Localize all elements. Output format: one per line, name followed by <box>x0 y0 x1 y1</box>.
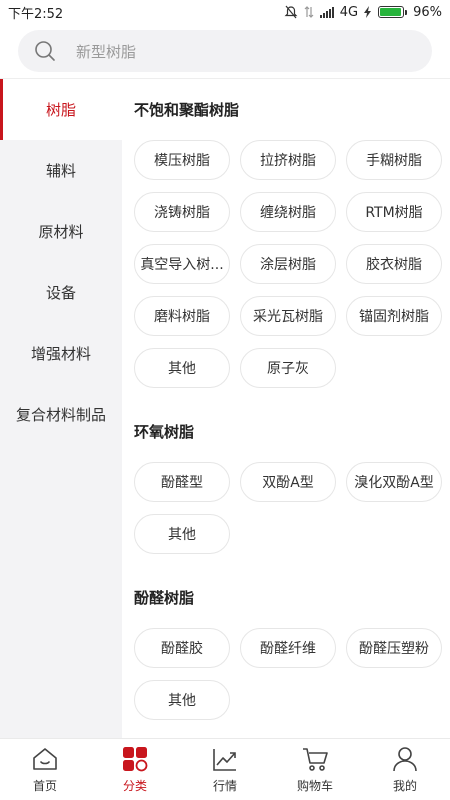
mute-bell-icon <box>284 5 298 19</box>
chip-item[interactable]: 锚固剂树脂 <box>346 296 442 336</box>
chip-item[interactable]: 真空导入树... <box>134 244 230 284</box>
chip-item[interactable]: 酚醛胶 <box>134 628 230 668</box>
status-icons: 4G 96% <box>284 5 442 20</box>
chip-item[interactable]: 磨料树脂 <box>134 296 230 336</box>
status-bar: 下午2:52 4G 96% <box>0 0 450 24</box>
tab-market[interactable]: 行情 <box>180 739 270 800</box>
chip-item[interactable]: 双酚A型 <box>240 462 336 502</box>
sidebar-item-equipment[interactable]: 设备 <box>0 262 122 323</box>
chip-item[interactable]: 手糊树脂 <box>346 140 442 180</box>
chip-item[interactable]: 模压树脂 <box>134 140 230 180</box>
chip-item[interactable]: 拉挤树脂 <box>240 140 336 180</box>
data-arrows-icon <box>304 6 314 18</box>
chip-group: 模压树脂 拉挤树脂 手糊树脂 浇铸树脂 缠绕树脂 RTM树脂 真空导入树... … <box>134 140 450 388</box>
status-time: 下午2:52 <box>8 6 64 22</box>
tab-label: 我的 <box>392 779 417 793</box>
category-sidebar: 树脂 辅料 原材料 设备 增强材料 复合材料制品 <box>0 79 122 738</box>
chip-item[interactable]: RTM树脂 <box>346 192 442 232</box>
section-title: 酚醛树脂 <box>134 589 195 607</box>
charging-icon <box>364 6 372 18</box>
signal-icon <box>319 6 334 18</box>
chip-group: 酚醛胶 酚醛纤维 酚醛压塑粉 其他 <box>134 628 450 720</box>
chip-item[interactable]: 酚醛型 <box>134 462 230 502</box>
chip-item[interactable]: 溴化双酚A型 <box>346 462 442 502</box>
section-epoxy: 环氧树脂 酚醛型 双酚A型 溴化双酚A型 其他 <box>134 422 450 554</box>
bottom-tab-bar: 首页 分类 行情 购物车 我的 <box>0 738 450 800</box>
trend-icon <box>213 749 236 771</box>
sidebar-item-composite-products[interactable]: 复合材料制品 <box>0 384 122 445</box>
section-title: 环氧树脂 <box>134 423 195 441</box>
network-type: 4G <box>339 4 359 20</box>
chip-item[interactable]: 其他 <box>134 348 230 388</box>
sidebar-item-raw-materials[interactable]: 原材料 <box>0 201 122 262</box>
section-unsaturated-polyester: 不饱和聚酯树脂 模压树脂 拉挤树脂 手糊树脂 浇铸树脂 缠绕树脂 RTM树脂 真… <box>134 100 450 388</box>
chip-item[interactable]: 其他 <box>134 680 230 720</box>
chip-item[interactable]: 酚醛压塑粉 <box>346 628 442 668</box>
user-icon <box>393 747 417 772</box>
category-icon <box>123 747 148 772</box>
chip-item[interactable]: 其他 <box>134 514 230 554</box>
cart-icon <box>303 748 328 771</box>
chip-item[interactable]: 酚醛纤维 <box>240 628 336 668</box>
chip-item[interactable]: 胶衣树脂 <box>346 244 442 284</box>
chip-item[interactable]: 原子灰 <box>240 348 336 388</box>
sidebar-item-resin[interactable]: 树脂 <box>0 79 122 140</box>
sidebar-item-reinforcement[interactable]: 增强材料 <box>0 323 122 384</box>
search-bar[interactable]: 新型树脂 <box>18 30 432 72</box>
tab-label: 行情 <box>212 779 237 793</box>
tab-home[interactable]: 首页 <box>0 739 90 800</box>
chip-item[interactable]: 涂层树脂 <box>240 244 336 284</box>
home-icon <box>33 748 57 770</box>
chip-group: 酚醛型 双酚A型 溴化双酚A型 其他 <box>134 462 450 554</box>
section-phenolic: 酚醛树脂 酚醛胶 酚醛纤维 酚醛压塑粉 其他 <box>134 588 450 720</box>
tab-category[interactable]: 分类 <box>90 739 180 800</box>
tab-profile[interactable]: 我的 <box>360 739 450 800</box>
chip-item[interactable]: 缠绕树脂 <box>240 192 336 232</box>
sidebar-item-auxiliary[interactable]: 辅料 <box>0 140 122 201</box>
battery-icon <box>378 6 408 18</box>
subcategory-panel: 不饱和聚酯树脂 模压树脂 拉挤树脂 手糊树脂 浇铸树脂 缠绕树脂 RTM树脂 真… <box>122 79 450 738</box>
battery-percent: 96% <box>413 4 442 20</box>
tab-label: 首页 <box>32 779 57 793</box>
search-placeholder: 新型树脂 <box>76 42 137 61</box>
search-icon <box>35 41 55 61</box>
chip-item[interactable]: 采光瓦树脂 <box>240 296 336 336</box>
chip-item[interactable]: 浇铸树脂 <box>134 192 230 232</box>
tab-label: 购物车 <box>296 779 333 793</box>
tab-cart[interactable]: 购物车 <box>270 739 360 800</box>
section-title: 不饱和聚酯树脂 <box>134 101 240 119</box>
tab-label: 分类 <box>122 779 147 793</box>
